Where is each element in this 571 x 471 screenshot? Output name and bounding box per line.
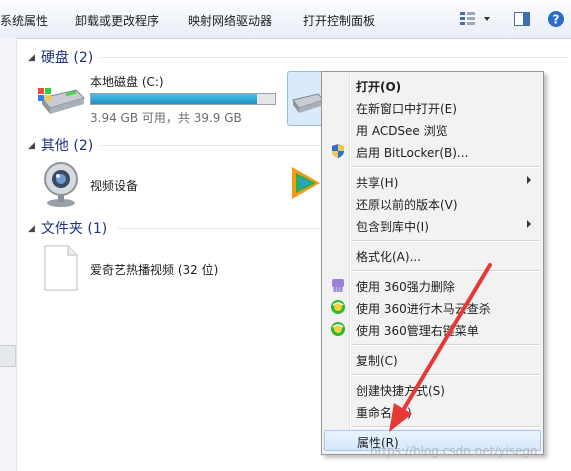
menu-item-label: 共享(H) [356, 176, 399, 190]
menu-item-bitlocker[interactable]: 启用 BitLocker(B)... [324, 141, 541, 162]
menu-item-label: 使用 360管理右键菜单 [356, 324, 479, 338]
group-header-folders[interactable]: ◢ 文件夹 (1) [28, 218, 107, 238]
svg-text:?: ? [553, 13, 560, 27]
menu-separator [352, 166, 540, 168]
menu-item-label: 复制(C) [356, 354, 398, 368]
menu-item-360-shred[interactable]: 使用 360强力删除 [324, 275, 541, 296]
view-dropdown-chevron-icon[interactable] [482, 9, 502, 29]
system-properties-button[interactable]: 系统属性 [0, 12, 48, 29]
navigation-pane-edge [0, 38, 17, 471]
menu-item-restore-previous[interactable]: 还原以前的版本(V) [324, 193, 541, 214]
menu-item-share[interactable]: 共享(H) [324, 171, 541, 192]
drive-c-usage-fill [91, 94, 257, 104]
view-options-icon[interactable] [458, 9, 478, 29]
menu-item-label: 在新窗口中打开(E) [356, 102, 457, 116]
menu-item-rename[interactable]: 重命名(M) [324, 401, 541, 422]
open-control-panel-button[interactable]: 打开控制面板 [303, 12, 375, 29]
menu-item-open-label: 打开(O) [356, 80, 402, 94]
menu-separator [352, 344, 540, 346]
group-header-drives-label: 硬盘 (2) [40, 50, 94, 66]
menu-item-label: 还原以前的版本(V) [356, 198, 458, 212]
group-header-drives[interactable]: ◢ 硬盘 (2) [28, 47, 93, 67]
menu-item-label: 重命名(M) [356, 406, 412, 420]
360-logo-icon [330, 321, 346, 337]
menu-item-label: 使用 360强力删除 [356, 280, 455, 294]
map-network-drive-button[interactable]: 映射网络驱动器 [188, 12, 272, 29]
uninstall-program-button[interactable]: 卸载或更改程序 [75, 12, 159, 29]
menu-separator [352, 374, 540, 376]
command-bar: 系统属性 卸载或更改程序 映射网络驱动器 打开控制面板 ? [0, 0, 571, 39]
collapse-triangle-icon[interactable]: ◢ [28, 224, 35, 234]
context-menu: 打开(O) 在新窗口中打开(E) 用 ACDSee 浏览 启用 BitLocke… [321, 71, 544, 455]
360-logo-icon [330, 299, 346, 315]
menu-item-acdsee[interactable]: 用 ACDSee 浏览 [324, 119, 541, 140]
preview-pane-icon[interactable] [512, 9, 532, 29]
submenu-arrow-icon [527, 176, 531, 184]
group-header-other[interactable]: ◢ 其他 (2) [28, 135, 93, 155]
group-divider [100, 145, 320, 146]
menu-item-label: 用 ACDSee 浏览 [356, 124, 448, 138]
drive-d-item-selected[interactable] [287, 71, 324, 126]
menu-item-include-library[interactable]: 包含到库中(I) [324, 215, 541, 236]
group-divider [100, 57, 568, 58]
shredder-icon [330, 277, 346, 293]
watermark-text: https://blog.csdn.net/yisego [370, 444, 538, 458]
menu-item-label: 包含到库中(I) [356, 220, 429, 234]
uac-shield-icon [330, 143, 346, 159]
menu-item-label: 启用 BitLocker(B)... [356, 146, 469, 160]
help-icon[interactable]: ? [546, 9, 566, 29]
menu-item-format[interactable]: 格式化(A)... [324, 245, 541, 266]
group-divider [118, 228, 320, 229]
tencent-video-icon[interactable] [290, 163, 322, 203]
hard-drive-icon [292, 93, 324, 113]
menu-item-label: 创建快捷方式(S) [356, 384, 445, 398]
drive-c-usage-bar [90, 93, 276, 105]
navigation-pane-scroll-handle[interactable] [0, 345, 16, 367]
menu-item-label: 使用 360进行木马云查杀 [356, 302, 491, 316]
menu-separator [352, 426, 540, 428]
menu-separator [352, 240, 540, 242]
collapse-triangle-icon[interactable]: ◢ [28, 141, 35, 151]
submenu-arrow-icon [527, 220, 531, 228]
menu-item-create-shortcut[interactable]: 创建快捷方式(S) [324, 379, 541, 400]
webcam-icon [40, 160, 82, 208]
hard-drive-windows-icon [36, 78, 86, 118]
menu-item-copy[interactable]: 复制(C) [324, 349, 541, 370]
menu-item-open-new-window[interactable]: 在新窗口中打开(E) [324, 97, 541, 118]
collapse-triangle-icon[interactable]: ◢ [28, 53, 35, 63]
group-header-other-label: 其他 (2) [40, 138, 94, 154]
file-page-icon [44, 245, 78, 291]
drive-c-free-space: 3.94 GB 可用，共 39.9 GB [90, 111, 242, 125]
folder-item-label: 爱奇艺热播视频 (32 位) [90, 263, 219, 277]
video-device-label: 视频设备 [90, 179, 139, 193]
menu-separator [352, 270, 540, 272]
menu-item-360-right-menu[interactable]: 使用 360管理右键菜单 [324, 319, 541, 340]
group-header-folders-label: 文件夹 (1) [40, 221, 108, 237]
menu-item-open[interactable]: 打开(O) [324, 75, 541, 96]
menu-item-360-trojan-scan[interactable]: 使用 360进行木马云查杀 [324, 297, 541, 318]
drive-c-name: 本地磁盘 (C:) [90, 75, 164, 89]
menu-item-label: 格式化(A)... [356, 250, 422, 264]
